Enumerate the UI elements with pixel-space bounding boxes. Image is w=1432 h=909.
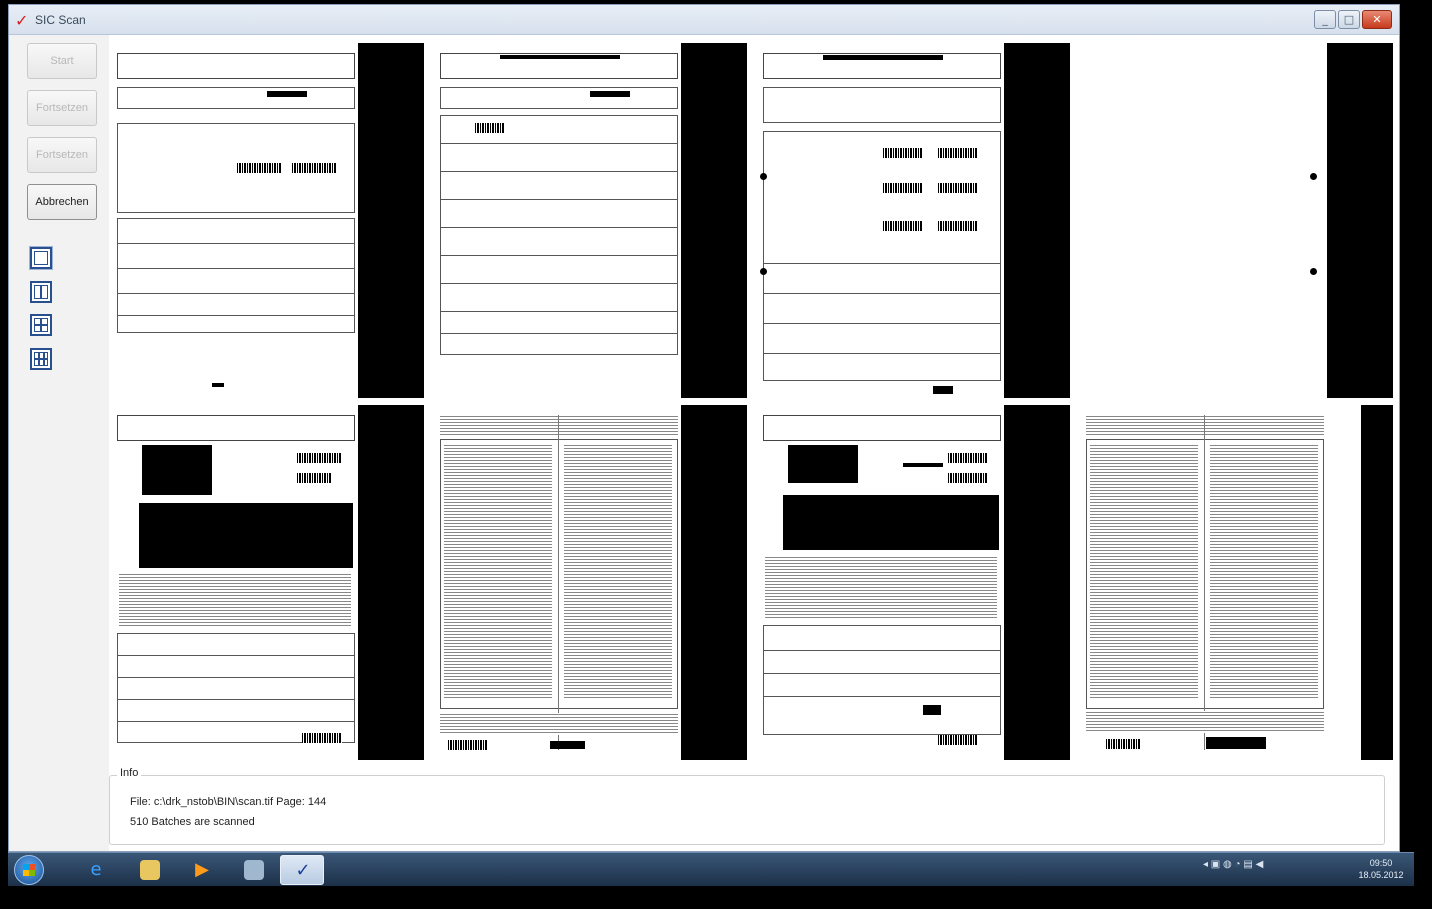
- scan-thumbnail[interactable]: [432, 405, 747, 760]
- scanned-page-image: [763, 415, 1001, 750]
- info-label: Info: [117, 767, 142, 779]
- minimize-button[interactable]: _: [1314, 10, 1336, 29]
- taskbar-sic-scan[interactable]: ✓: [280, 855, 324, 885]
- windows-logo-icon: [23, 864, 35, 876]
- scanned-page-image: [117, 415, 355, 750]
- system-tray[interactable]: ◂ ▣ ◍ ◔ ▤ ◀: [1203, 859, 1263, 870]
- scan-thumbnail[interactable]: [109, 405, 424, 760]
- continue-button-2[interactable]: Fortsetzen: [27, 137, 97, 173]
- close-icon: ✕: [1372, 13, 1382, 26]
- layout-four-grid-icon[interactable]: [30, 314, 52, 336]
- scanned-page-image: [763, 53, 1001, 394]
- scanned-page-image: [440, 415, 678, 750]
- start-button[interactable]: [14, 855, 44, 885]
- left-panel: Start Fortsetzen Fortsetzen Abbrechen: [9, 35, 109, 851]
- title-bar[interactable]: ✓ SIC Scan _ □ ✕: [9, 5, 1399, 35]
- taskbar-scanner-app[interactable]: [232, 855, 276, 885]
- scan-thumbnail[interactable]: [755, 43, 1070, 398]
- maximize-button[interactable]: □: [1338, 10, 1360, 29]
- scanned-page-image: [1086, 53, 1324, 388]
- app-check-icon: ✓: [15, 11, 29, 30]
- scan-thumbnail[interactable]: [1078, 405, 1393, 760]
- clock[interactable]: 09:50 18.05.2012: [1353, 857, 1409, 881]
- file-info-text: File: c:\drk_nstob\BIN\scan.tif Page: 14…: [130, 796, 327, 808]
- scanned-page-image: [1086, 415, 1324, 750]
- check-icon: ✓: [295, 860, 311, 881]
- clock-time: 09:50: [1369, 858, 1393, 868]
- status-text: 510 Batches are scanned: [130, 816, 255, 828]
- scan-thumbnail-grid: [109, 43, 1393, 761]
- layout-two-columns-icon[interactable]: [30, 281, 52, 303]
- minimize-icon: _: [1322, 13, 1328, 26]
- app-window: ✓ SIC Scan _ □ ✕ Start Fortsetzen Fortse…: [8, 4, 1400, 852]
- layout-single-icon[interactable]: [30, 247, 52, 269]
- scanner-icon: [244, 860, 264, 880]
- folder-icon: [140, 860, 160, 880]
- scan-thumbnail[interactable]: [432, 43, 747, 398]
- close-button[interactable]: ✕: [1362, 10, 1392, 29]
- maximize-icon: □: [1343, 13, 1355, 26]
- start-button[interactable]: Start: [27, 43, 97, 79]
- info-box: File: c:\drk_nstob\BIN\scan.tif Page: 14…: [109, 775, 1385, 845]
- scan-thumbnail[interactable]: [109, 43, 424, 398]
- taskbar-internet-explorer[interactable]: e: [74, 855, 118, 885]
- scanned-page-image: [117, 53, 355, 388]
- scan-thumbnail[interactable]: [755, 405, 1070, 760]
- taskbar: e ▶ ✓ ◂ ▣ ◍ ◔ ▤ ◀ 09:50 18.05.2012: [8, 852, 1414, 886]
- clock-date: 18.05.2012: [1358, 870, 1404, 880]
- media-player-icon: ▶: [195, 859, 209, 880]
- cancel-button[interactable]: Abbrechen: [27, 184, 97, 220]
- window-title: SIC Scan: [35, 13, 86, 27]
- info-panel: File: c:\drk_nstob\BIN\scan.tif Page: 14…: [109, 765, 1393, 847]
- internet-explorer-icon: e: [90, 859, 102, 880]
- taskbar-file-explorer[interactable]: [128, 855, 172, 885]
- desktop: ✓ SIC Scan _ □ ✕ Start Fortsetzen Fortse…: [0, 0, 1432, 909]
- taskbar-media-player[interactable]: ▶: [180, 855, 224, 885]
- continue-button[interactable]: Fortsetzen: [27, 90, 97, 126]
- scanned-page-image: [440, 53, 678, 388]
- scan-thumbnail[interactable]: [1078, 43, 1393, 398]
- layout-six-grid-icon[interactable]: [30, 348, 52, 370]
